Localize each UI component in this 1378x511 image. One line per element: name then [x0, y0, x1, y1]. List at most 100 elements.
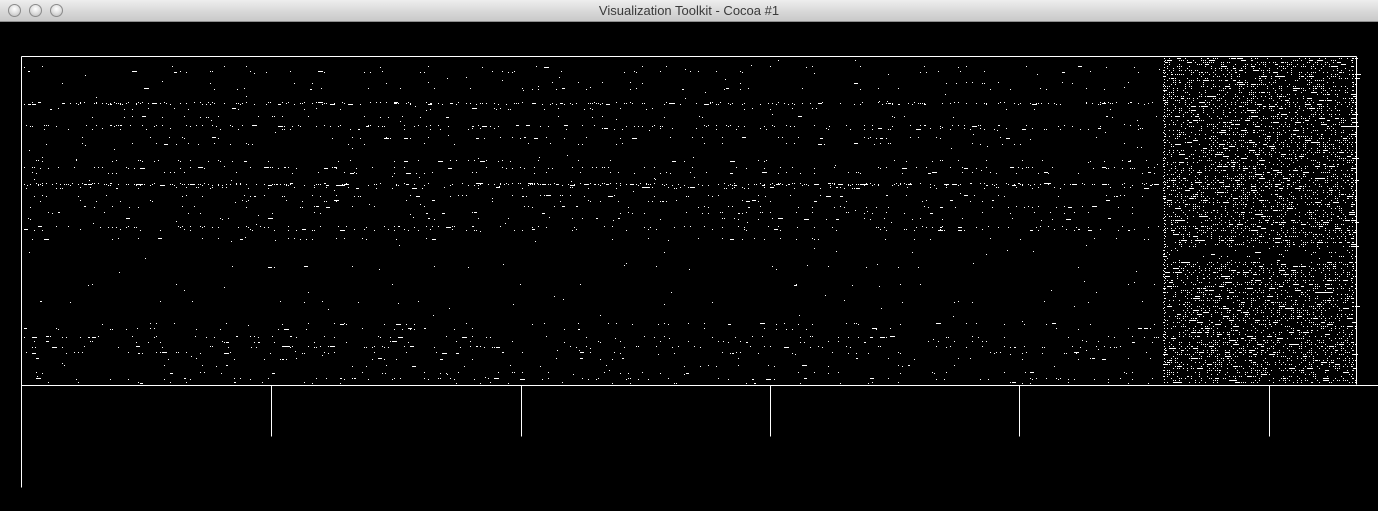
- matrix-dot: [1052, 167, 1053, 168]
- matrix-dot: [1275, 170, 1276, 171]
- matrix-dot: [792, 103, 793, 104]
- matrix-dot: [1355, 104, 1356, 105]
- matrix-dot: [1183, 226, 1184, 227]
- matrix-dot: [1203, 192, 1204, 193]
- matrix-dot: [1193, 206, 1194, 207]
- matrix-dot: [1221, 62, 1222, 63]
- matrix-dot: [294, 104, 295, 105]
- matrix-dot: [1205, 90, 1206, 91]
- matrix-dot: [590, 87, 591, 88]
- matrix-dot: [1173, 82, 1174, 83]
- matrix-dot: [1279, 222, 1280, 223]
- matrix-dot: [218, 227, 219, 228]
- matrix-dot: [1193, 72, 1194, 73]
- matrix-dot: [592, 117, 593, 118]
- matrix-dot: [1355, 190, 1356, 191]
- matrix-dot: [1261, 120, 1262, 121]
- matrix-dot: [86, 125, 87, 126]
- matrix-dot: [1195, 110, 1196, 111]
- matrix-dot: [1199, 208, 1200, 209]
- matrix-dot: [898, 382, 899, 383]
- matrix-dot: [184, 290, 185, 291]
- matrix-dot: [1215, 58, 1216, 59]
- matrix-dot: [1253, 70, 1259, 71]
- matrix-dot: [354, 229, 355, 230]
- matrix-dot: [1313, 66, 1314, 67]
- matrix-dot: [1142, 128, 1143, 129]
- matrix-dot: [314, 212, 315, 213]
- matrix-dot: [1335, 232, 1336, 233]
- matrix-dot: [1179, 154, 1185, 155]
- matrix-dot: [1323, 138, 1324, 139]
- matrix-dot: [212, 102, 213, 103]
- matrix-dot: [1309, 212, 1312, 213]
- matrix-dot: [356, 188, 359, 189]
- matrix-dot: [1351, 136, 1352, 137]
- matrix-dot: [1273, 144, 1274, 145]
- matrix-dot: [1303, 232, 1304, 233]
- matrix-dot: [1094, 184, 1095, 185]
- matrix-dot: [768, 365, 769, 366]
- matrix-dot: [1251, 64, 1252, 65]
- matrix-dot: [640, 183, 641, 184]
- matrix-dot: [1319, 80, 1320, 81]
- matrix-dot: [1311, 202, 1312, 203]
- matrix-dot: [292, 126, 293, 127]
- matrix-dot: [1209, 202, 1210, 203]
- matrix-dot: [426, 226, 427, 227]
- matrix-dot: [1291, 74, 1292, 75]
- matrix-dot: [664, 104, 665, 105]
- matrix-dot: [410, 138, 411, 139]
- matrix-dot: [278, 104, 281, 105]
- matrix-dot: [867, 211, 868, 212]
- matrix-dot: [419, 177, 420, 178]
- title-bar[interactable]: Visualization Toolkit - Cocoa #1: [0, 0, 1378, 22]
- matrix-dot: [876, 227, 877, 228]
- matrix-dot: [696, 128, 697, 129]
- matrix-dot: [1171, 222, 1172, 223]
- matrix-dot: [788, 104, 789, 105]
- matrix-dot: [1227, 74, 1228, 75]
- matrix-dot: [1347, 136, 1348, 137]
- matrix-dot: [1175, 106, 1176, 107]
- matrix-dot: [1255, 230, 1258, 231]
- matrix-dot: [1223, 182, 1224, 183]
- matrix-dot: [1237, 212, 1238, 213]
- matrix-dot: [1239, 106, 1242, 107]
- matrix-dot: [798, 372, 799, 373]
- matrix-dot: [860, 89, 861, 90]
- matrix-dot: [1163, 196, 1164, 197]
- matrix-dot: [676, 383, 677, 384]
- render-viewport[interactable]: [0, 22, 1378, 511]
- matrix-dot: [656, 229, 657, 230]
- matrix-dot: [704, 323, 705, 324]
- matrix-dot: [1289, 202, 1290, 203]
- matrix-dot: [1098, 104, 1099, 105]
- matrix-dot: [1041, 220, 1042, 221]
- matrix-dot: [195, 336, 196, 337]
- matrix-dot: [320, 213, 321, 214]
- render-canvas[interactable]: [0, 22, 1378, 511]
- matrix-dot: [1271, 96, 1272, 97]
- matrix-dot: [1331, 168, 1332, 169]
- matrix-dot: [1179, 176, 1180, 177]
- matrix-dot: [1309, 118, 1310, 119]
- matrix-dot: [1179, 174, 1180, 175]
- matrix-dot: [784, 103, 785, 104]
- matrix-dot: [1269, 126, 1270, 127]
- matrix-dot: [186, 125, 187, 126]
- matrix-dot: [1243, 192, 1244, 193]
- matrix-dot: [1169, 216, 1170, 217]
- matrix-dot: [222, 219, 223, 220]
- matrix-dot: [498, 104, 499, 105]
- matrix-dot: [614, 352, 615, 353]
- matrix-dot: [512, 372, 513, 373]
- matrix-dot: [1189, 168, 1190, 169]
- matrix-dot: [676, 188, 677, 189]
- matrix-dot: [582, 167, 583, 168]
- matrix-dot: [488, 378, 489, 379]
- matrix-dot: [1355, 108, 1356, 109]
- matrix-dot: [644, 227, 645, 228]
- matrix-dot: [30, 104, 31, 105]
- matrix-dot: [1213, 126, 1214, 127]
